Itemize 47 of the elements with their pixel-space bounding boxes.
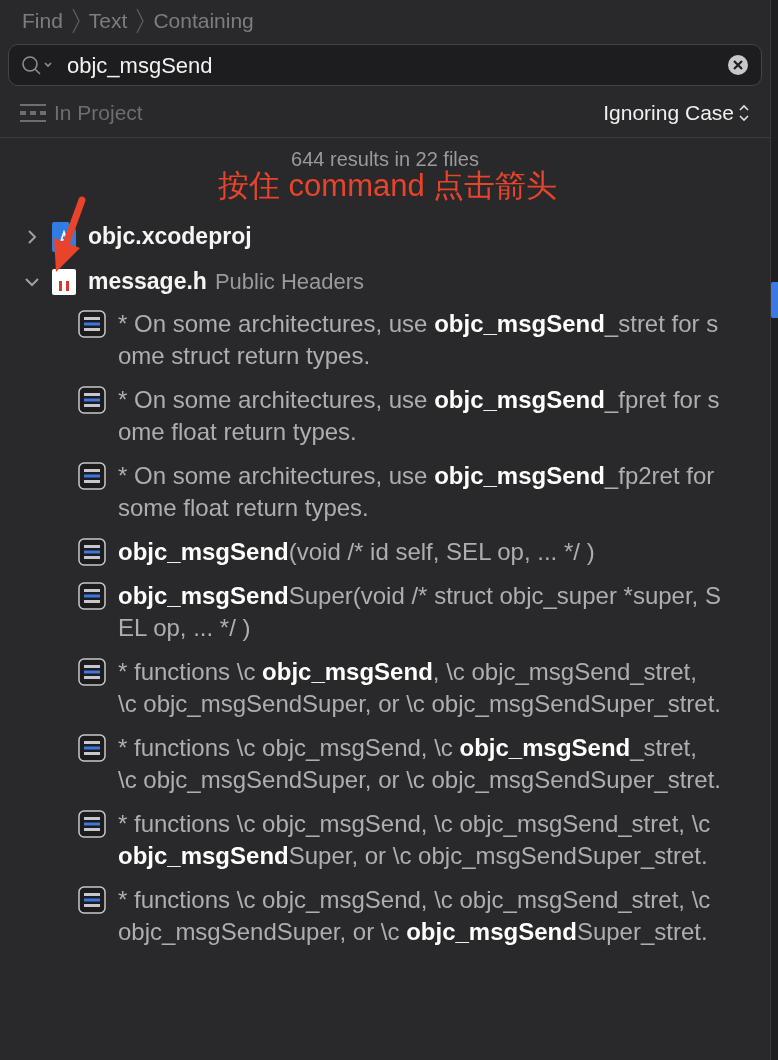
scroll-indicator (771, 282, 778, 318)
results-summary: 644 results in 22 files (291, 147, 479, 170)
header-file-icon (52, 268, 76, 295)
file-name: objc.xcodeproj (88, 222, 252, 252)
result-text: * functions \c objc_msgSend, \c objc_msgSend_stret, \c objc_msgSendSuper, or \c objc_msgSendSuper_stret. (118, 809, 712, 871)
result-row[interactable]: * functions \c objc_msgSend, \c objc_msgSend_stret, \c objc_msgSendSuper, or \c objc_msgSendSuper_stret. (0, 808, 770, 872)
annotation-text: 按住 command 点击箭头 (218, 168, 558, 204)
result-text: * On some architectures, use objc_msgSend_stret for some struct return types. (118, 309, 720, 371)
result-row[interactable]: * functions \c objc_msgSend, \c objc_msgSend_stret, \c objc_msgSendSuper, or \c objc_msgSendSuper_stret. (0, 732, 770, 796)
result-row[interactable]: * On some architectures, use objc_msgSend_fp2ret for some float return types. (0, 460, 770, 524)
breadcrumb-item[interactable]: Text (88, 5, 128, 37)
search-icon (21, 55, 55, 75)
text-match-icon (78, 810, 106, 838)
clear-icon[interactable] (727, 54, 749, 76)
breadcrumb-item[interactable]: Containing (153, 5, 254, 37)
breadcrumb-separator-icon (135, 8, 146, 34)
text-match-icon (78, 462, 106, 490)
result-row[interactable]: * functions \c objc_msgSend, \c objc_msgSend_stret, \c objc_msgSendSuper, or \c objc_msgSendSuper_stret. (0, 656, 770, 720)
scope-icon (20, 102, 46, 123)
text-match-icon (78, 310, 106, 338)
file-row[interactable]: message.h Public Headers (0, 259, 770, 304)
result-row[interactable]: * functions \c objc_msgSend, \c objc_msgSend_stret, \c objc_msgSendSuper, or \c objc_msgSendSuper_stret. (0, 884, 770, 948)
result-text: * On some architectures, use objc_msgSend_fp2ret for some float return types. (118, 461, 716, 523)
result-text: * functions \c objc_msgSend, \c objc_msgSend_stret, \c objc_msgSendSuper, or \c objc_msgSendSuper_stret. (118, 885, 712, 947)
up-down-chevron-icon (738, 102, 750, 123)
text-match-icon (78, 538, 106, 566)
result-row[interactable]: objc_msgSend(void /* id self, SEL op, ... */ ) (0, 536, 770, 568)
text-match-icon (78, 582, 106, 610)
result-text: * On some architectures, use objc_msgSend_fpret for some float return types. (118, 385, 721, 447)
result-text: * functions \c objc_msgSend, \c objc_msgSend_stret, \c objc_msgSendSuper, or \c objc_msgSendSuper_stret. (118, 733, 722, 795)
search-text: objc_msgSend (67, 51, 214, 80)
text-match-icon (78, 386, 106, 414)
result-row[interactable]: * On some architectures, use objc_msgSend_stret for some struct return types. (0, 308, 770, 372)
result-row[interactable]: * On some architectures, use objc_msgSend_fpret for some float return types. (0, 384, 770, 448)
breadcrumb-separator-icon (70, 8, 81, 34)
search-field[interactable]: objc_msgSend (8, 44, 762, 86)
file-group: Public Headers (214, 265, 365, 298)
text-match-icon (78, 658, 106, 686)
result-text: objc_msgSend(void /* id self, SEL op, ... */ ) (118, 537, 596, 567)
result-text: * functions \c objc_msgSend, \c objc_msgSend_stret, \c objc_msgSendSuper, or \c objc_msgSendSuper_stret. (118, 657, 722, 719)
file-name: message.h (88, 267, 207, 297)
text-match-icon (78, 734, 106, 762)
result-row[interactable]: objc_msgSendSuper(void /* struct objc_super *super, SEL op, ... */ ) (0, 580, 770, 644)
result-text: objc_msgSendSuper(void /* struct objc_super *super, SEL op, ... */ ) (118, 581, 722, 643)
breadcrumb-item[interactable]: Find (22, 5, 63, 37)
text-match-icon (78, 886, 106, 914)
matching-selector[interactable]: Ignoring Case (603, 96, 750, 129)
